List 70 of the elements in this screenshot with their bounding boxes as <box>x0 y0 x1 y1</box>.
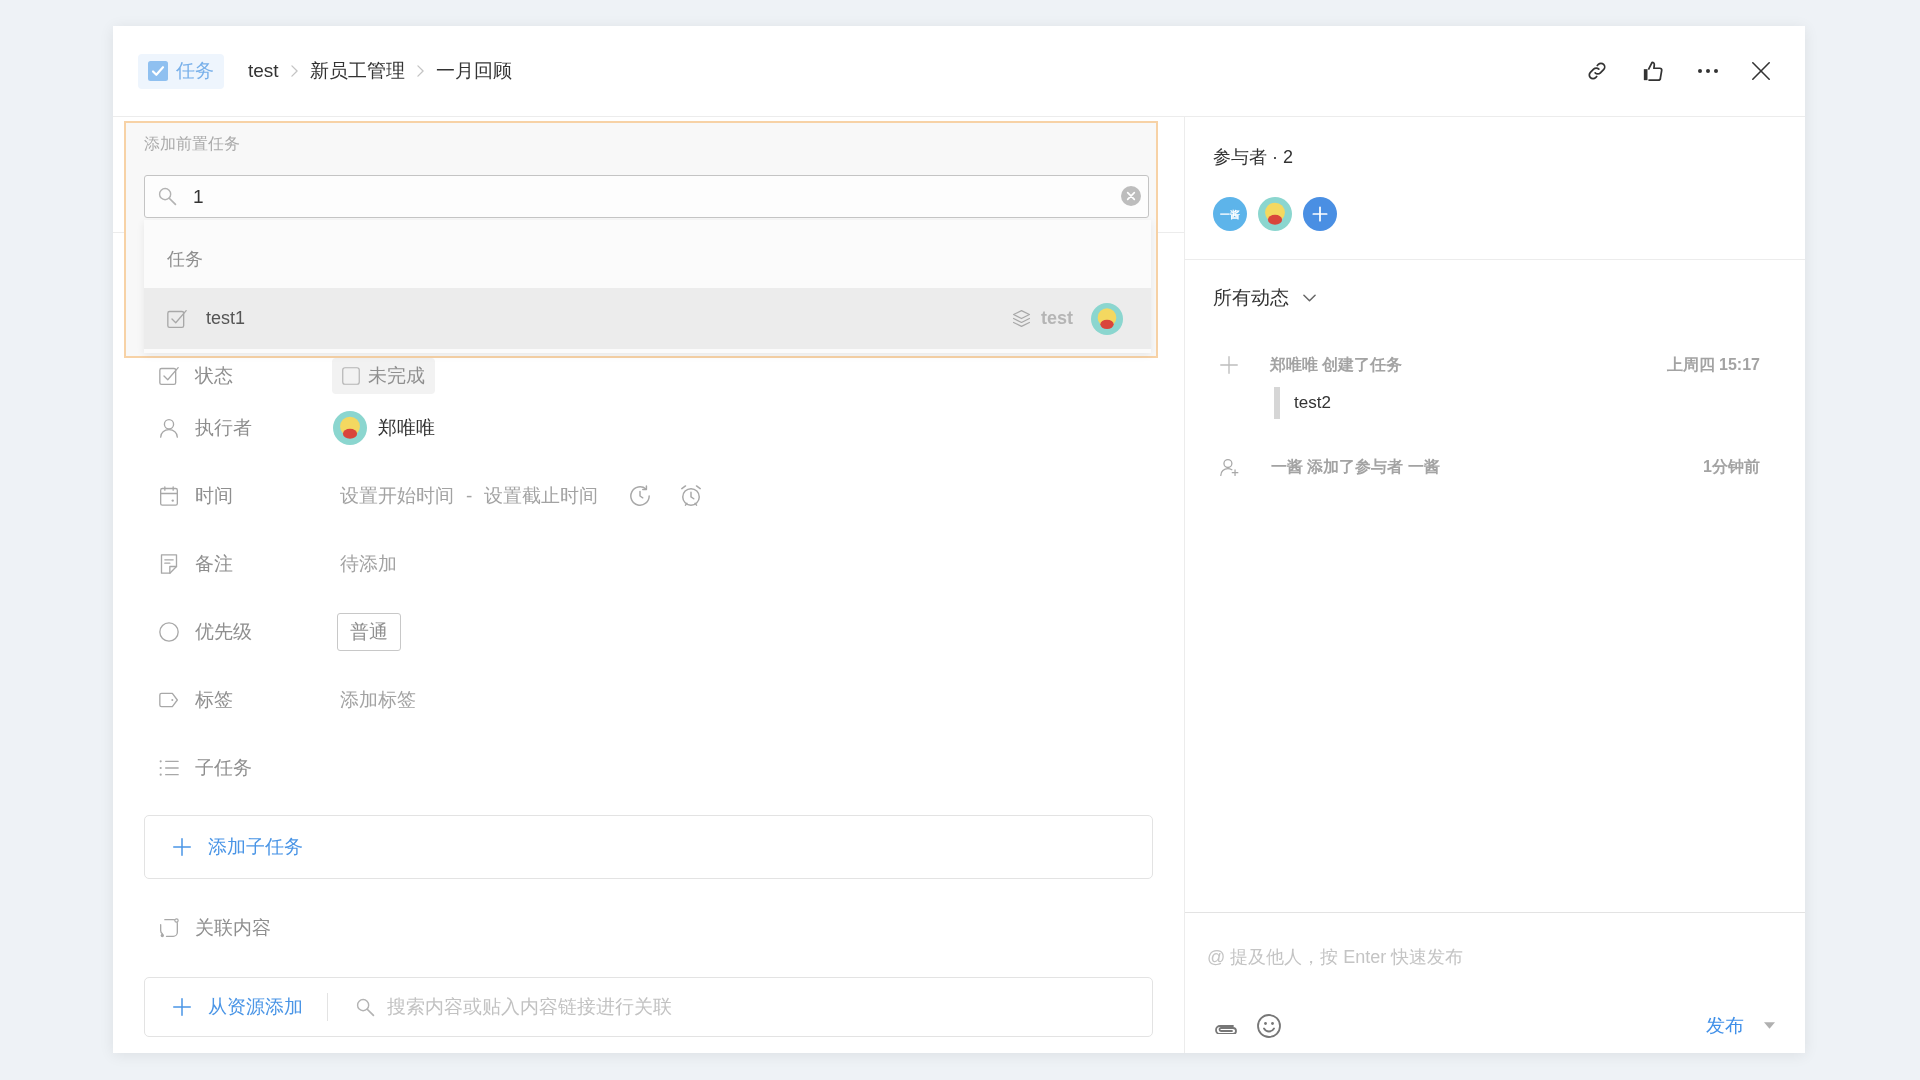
avatar-icon <box>1091 302 1123 335</box>
note-icon <box>159 554 179 574</box>
priority-button[interactable]: 普通 <box>337 613 401 651</box>
avatar-icon <box>333 411 367 445</box>
field-label: 时间 <box>195 483 233 508</box>
initials-avatar[interactable]: 一酱 <box>1213 197 1247 231</box>
checkbox-icon <box>148 61 168 81</box>
field-label: 状态 <box>195 363 233 388</box>
add-subtask-button[interactable]: 添加子任务 <box>144 815 1153 879</box>
note-placeholder[interactable]: 待添加 <box>340 549 397 579</box>
related-search-field[interactable]: 搜索内容或贴入内容链接进行关联 <box>387 987 1152 1027</box>
result-title: test1 <box>206 307 246 330</box>
participants-title: 参与者 · 2 <box>1213 146 1293 168</box>
add-tag-button[interactable]: 添加标签 <box>340 685 416 715</box>
search-icon <box>356 997 375 1017</box>
alarm-icon[interactable] <box>680 485 703 507</box>
field-label: 执行者 <box>195 415 252 440</box>
breadcrumb-link[interactable]: 新员工管理 <box>309 56 405 86</box>
activity-text: 郑唯唯 创建了任务 <box>1270 355 1403 375</box>
layers-icon <box>1012 309 1031 328</box>
add-participant-button[interactable] <box>1303 197 1337 231</box>
activity-time: 上周四 15:17 <box>1666 355 1760 375</box>
activity-time: 1分钟前 <box>1703 457 1760 477</box>
related-content-bar[interactable]: 从资源添加 搜索内容或贴入内容链接进行关联 <box>144 977 1153 1037</box>
close-icon[interactable] <box>1752 62 1770 80</box>
checkbox-icon <box>159 366 179 386</box>
status-button[interactable]: 未完成 <box>332 358 435 394</box>
thumbs-up-icon[interactable] <box>1642 60 1664 82</box>
end-time-button[interactable]: 设置截止时间 <box>484 481 599 511</box>
avatar-icon[interactable] <box>1258 197 1292 231</box>
picker-title: 添加前置任务 <box>144 134 240 154</box>
activity-filter-button[interactable]: 所有动态 <box>1213 287 1316 309</box>
field-label: 子任务 <box>195 755 252 780</box>
task-type-button[interactable]: 任务 <box>138 53 224 89</box>
plus-icon <box>1220 356 1238 374</box>
add-from-resources-button[interactable]: 从资源添加 <box>173 992 303 1022</box>
checkbox-icon <box>167 308 187 329</box>
breadcrumb-link[interactable]: test <box>248 56 279 86</box>
chevron-right-icon <box>290 65 298 77</box>
quoted-text: test2 <box>1274 387 1333 419</box>
relation-icon <box>159 918 179 938</box>
comment-field[interactable]: @ 提及他人，按 Enter 快速发布 <box>1207 946 1775 968</box>
start-time-button[interactable]: 设置开始时间 <box>340 481 454 511</box>
search-icon <box>158 187 177 206</box>
field-label: 优先级 <box>195 619 252 644</box>
calendar-icon <box>159 486 179 506</box>
more-icon[interactable] <box>1698 69 1718 73</box>
smiley-icon[interactable] <box>1257 1013 1281 1038</box>
history-icon[interactable] <box>629 485 652 507</box>
activity-text: 一酱 添加了参与者 一酱 <box>1271 457 1440 477</box>
plus-icon <box>173 998 191 1016</box>
plus-icon <box>1312 206 1328 222</box>
user-icon <box>159 418 179 438</box>
chevron-down-icon <box>1303 294 1316 302</box>
list-icon <box>159 758 179 778</box>
field-label: 标签 <box>195 687 233 712</box>
tag-icon <box>159 690 179 710</box>
task-search-field[interactable]: 1 <box>144 175 1149 218</box>
user-add-icon <box>1220 457 1239 477</box>
breadcrumb-link[interactable]: 一月回顾 <box>435 56 512 86</box>
assignee-name[interactable]: 郑唯唯 <box>378 413 435 443</box>
field-label: 备注 <box>195 551 233 576</box>
link-icon[interactable] <box>1586 60 1608 82</box>
plus-icon <box>173 838 191 856</box>
field-label: 关联内容 <box>195 915 271 940</box>
circle-icon <box>159 622 179 642</box>
chevron-right-icon <box>416 65 424 77</box>
publish-button[interactable]: 发布 <box>1706 1011 1744 1040</box>
results-group-label: 任务 <box>167 248 203 270</box>
date-separator: - <box>466 483 473 508</box>
